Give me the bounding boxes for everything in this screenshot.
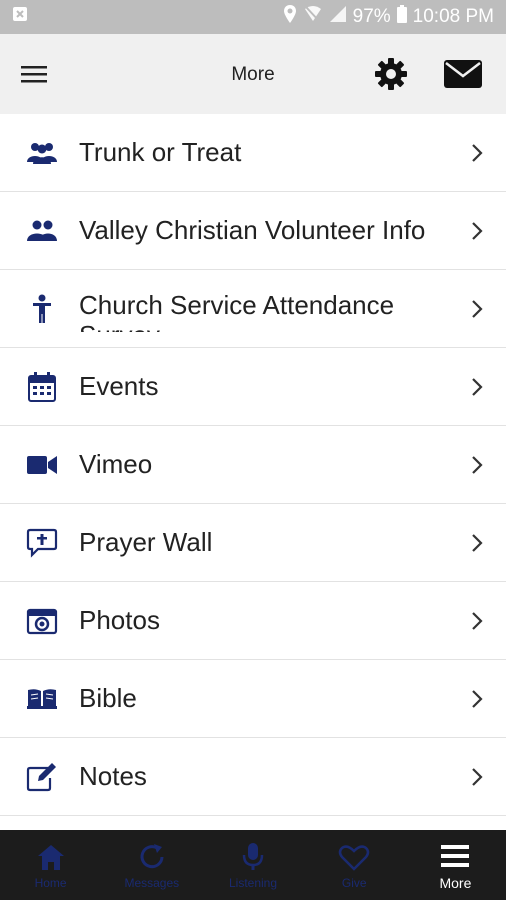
chevron-right-icon (470, 766, 484, 788)
chevron-right-icon (470, 532, 484, 554)
status-bar: 97% 10:08 PM (0, 0, 506, 34)
chevron-right-icon (470, 454, 484, 476)
battery-icon (396, 5, 407, 29)
home-icon (34, 841, 68, 873)
menu-icon (438, 840, 472, 872)
tab-give[interactable]: Give (304, 830, 405, 900)
mail-icon[interactable] (443, 58, 483, 90)
list-item-label: Trunk or Treat (79, 137, 242, 167)
group-icon (26, 137, 58, 169)
book-icon (26, 683, 58, 715)
notification-icon (12, 6, 28, 28)
tab-label: Listening (228, 875, 278, 890)
app-header: More (0, 34, 506, 114)
chevron-right-icon (470, 610, 484, 632)
battery-percent: 97% (352, 6, 391, 27)
tab-label: More (439, 874, 472, 891)
edit-icon (26, 761, 58, 793)
prayer-bubble-icon (26, 527, 58, 559)
list-item-events[interactable]: Events (0, 348, 506, 426)
tab-label: Home (34, 875, 67, 890)
bottom-tab-bar: Home Messages Listening Give More (0, 830, 506, 900)
video-camera-icon (26, 449, 58, 481)
list-item-attendance-survey[interactable]: Church Service Attendance Survey (0, 270, 506, 348)
refresh-icon (135, 841, 169, 873)
chevron-right-icon (470, 142, 484, 164)
tab-messages[interactable]: Messages (101, 830, 202, 900)
chevron-right-icon (470, 688, 484, 710)
chevron-right-icon (470, 376, 484, 398)
list-item-label: Valley Christian Volunteer Info (79, 215, 426, 245)
list-item-label: Notes (79, 761, 147, 791)
signal-icon (329, 5, 347, 29)
list-item-label: Vimeo (79, 449, 153, 479)
list-item-trunk-or-treat[interactable]: Trunk or Treat (0, 114, 506, 192)
person-icon (26, 293, 58, 325)
list-item-label: Photos (79, 605, 160, 635)
status-time: 10:08 PM (412, 6, 494, 27)
gear-icon[interactable] (373, 56, 409, 92)
list-item-photos[interactable]: Photos (0, 582, 506, 660)
tab-more[interactable]: More (405, 830, 506, 900)
camera-icon (26, 605, 58, 637)
tab-home[interactable]: Home (0, 830, 101, 900)
list-item-prayer-wall[interactable]: Prayer Wall (0, 504, 506, 582)
chevron-right-icon (470, 298, 484, 320)
tab-listening[interactable]: Listening (202, 830, 303, 900)
list-item-volunteer-info[interactable]: Valley Christian Volunteer Info (0, 192, 506, 270)
list-item-label: Prayer Wall (79, 527, 213, 557)
microphone-icon (236, 841, 270, 873)
list-item-label: Church Service Attendance Survey (79, 290, 395, 332)
list-item-label: Bible (79, 683, 137, 713)
heart-icon (337, 841, 371, 873)
page-title: More (231, 64, 275, 85)
tab-label: Messages (124, 875, 180, 890)
calendar-icon (26, 371, 58, 403)
wifi-icon (303, 5, 323, 29)
list-item-vimeo[interactable]: Vimeo (0, 426, 506, 504)
list-item-label: Events (79, 371, 159, 401)
list-item-notes[interactable]: Notes (0, 738, 506, 816)
group-icon (26, 215, 58, 247)
chevron-right-icon (470, 220, 484, 242)
location-icon (283, 4, 297, 30)
list-item-bible[interactable]: Bible (0, 660, 506, 738)
tab-label: Give (341, 875, 367, 890)
more-menu-list: Trunk or Treat Valley Christian Voluntee… (0, 114, 506, 816)
